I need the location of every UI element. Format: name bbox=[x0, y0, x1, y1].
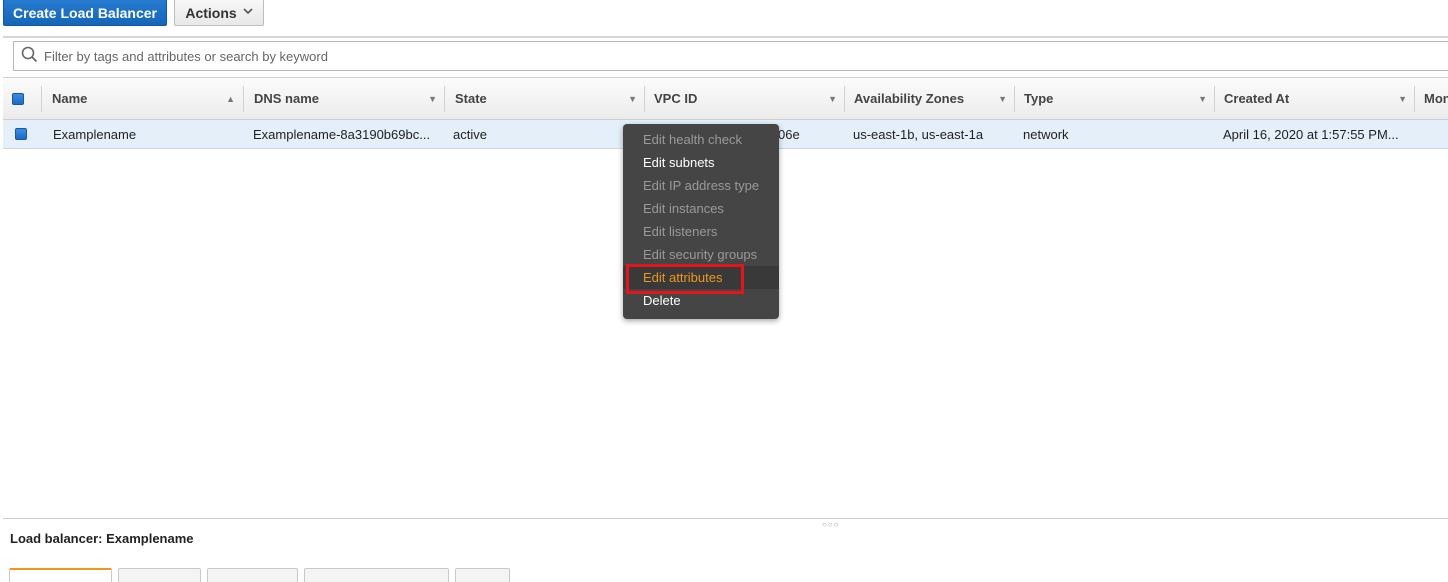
column-divider bbox=[243, 86, 244, 112]
select-all-cell[interactable] bbox=[12, 78, 32, 119]
create-load-balancer-button[interactable]: Create Load Balancer bbox=[3, 0, 167, 26]
detail-tab[interactable] bbox=[118, 568, 201, 582]
panel-splitter[interactable] bbox=[3, 518, 1448, 519]
menu-item-edit-instances: Edit instances bbox=[643, 201, 724, 216]
column-label: Name bbox=[52, 91, 88, 106]
sort-icon[interactable]: ▼ bbox=[828, 94, 837, 104]
column-header-vpc-id[interactable]: VPC ID ▼ bbox=[645, 78, 845, 119]
row-checkbox[interactable] bbox=[15, 128, 27, 140]
column-header-dns-name[interactable]: DNS name ▼ bbox=[245, 78, 445, 119]
resize-grip-icon[interactable]: ○○○ bbox=[822, 520, 840, 529]
detail-tab[interactable] bbox=[455, 568, 510, 582]
actions-label: Actions bbox=[185, 4, 237, 21]
column-label: Mon bbox=[1424, 91, 1448, 106]
cell-state: active bbox=[453, 126, 487, 142]
actions-dropdown-menu: Edit health check Edit subnets Edit IP a… bbox=[623, 124, 779, 319]
column-label: Created At bbox=[1224, 91, 1290, 106]
column-label: DNS name bbox=[254, 91, 320, 106]
menu-item-delete[interactable]: Delete bbox=[623, 289, 779, 312]
row-checkbox-cell[interactable] bbox=[15, 120, 27, 148]
actions-button[interactable]: Actions bbox=[174, 0, 264, 26]
cell-type: network bbox=[1023, 126, 1069, 142]
column-label: VPC ID bbox=[654, 91, 698, 106]
sort-icon[interactable]: ▼ bbox=[998, 94, 1007, 104]
detail-tab[interactable] bbox=[9, 568, 112, 582]
select-all-checkbox[interactable] bbox=[12, 92, 24, 105]
menu-item-edit-subnets[interactable]: Edit subnets bbox=[623, 151, 779, 174]
chevron-down-icon bbox=[243, 7, 253, 18]
cell-dns-name: Examplename-8a3190b69bc... bbox=[253, 126, 431, 142]
detail-tab[interactable] bbox=[304, 568, 449, 582]
menu-item-edit-ip-address-type: Edit IP address type bbox=[643, 178, 760, 193]
sort-ascending-icon[interactable]: ▲ bbox=[226, 94, 235, 104]
menu-item-edit-security-groups: Edit security groups bbox=[643, 247, 758, 262]
menu-item-edit-listeners: Edit listeners bbox=[643, 224, 718, 239]
column-header-availability-zones[interactable]: Availability Zones ▼ bbox=[845, 78, 1015, 119]
detail-tab[interactable] bbox=[207, 568, 298, 582]
cell-created-at: April 16, 2020 at 1:57:55 PM... bbox=[1223, 126, 1399, 142]
sort-icon[interactable]: ▼ bbox=[1198, 94, 1207, 104]
column-label: State bbox=[455, 91, 487, 106]
column-header-type[interactable]: Type ▼ bbox=[1015, 78, 1215, 119]
sort-icon[interactable]: ▼ bbox=[628, 94, 637, 104]
column-divider bbox=[41, 86, 42, 112]
column-header-more[interactable]: Mon bbox=[1415, 78, 1448, 119]
search-icon bbox=[14, 46, 38, 66]
menu-item-edit-attributes[interactable]: Edit attributes bbox=[623, 266, 779, 289]
column-header-state[interactable]: State ▼ bbox=[446, 78, 645, 119]
search-input[interactable] bbox=[42, 47, 646, 65]
search-bar[interactable] bbox=[13, 41, 1448, 71]
column-divider bbox=[444, 86, 445, 112]
sort-icon[interactable]: ▼ bbox=[428, 94, 437, 104]
table-header: Name ▲ DNS name ▼ State ▼ VPC ID ▼ Avail… bbox=[3, 77, 1448, 120]
create-load-balancer-label: Create Load Balancer bbox=[13, 4, 157, 21]
column-label: Type bbox=[1024, 91, 1054, 106]
detail-panel-title: Load balancer: Examplename bbox=[10, 531, 194, 546]
menu-item-edit-health-check: Edit health check bbox=[643, 132, 743, 147]
column-header-created-at[interactable]: Created At ▼ bbox=[1215, 78, 1415, 119]
cell-vpc-id: 06e bbox=[778, 126, 800, 142]
cell-availability-zones: us-east-1b, us-east-1a bbox=[853, 126, 984, 142]
cell-name: Examplename bbox=[53, 126, 137, 142]
toolbar-divider bbox=[3, 36, 1448, 38]
column-header-name[interactable]: Name ▲ bbox=[43, 78, 243, 119]
column-label: Availability Zones bbox=[854, 91, 965, 106]
sort-icon[interactable]: ▼ bbox=[1398, 94, 1407, 104]
